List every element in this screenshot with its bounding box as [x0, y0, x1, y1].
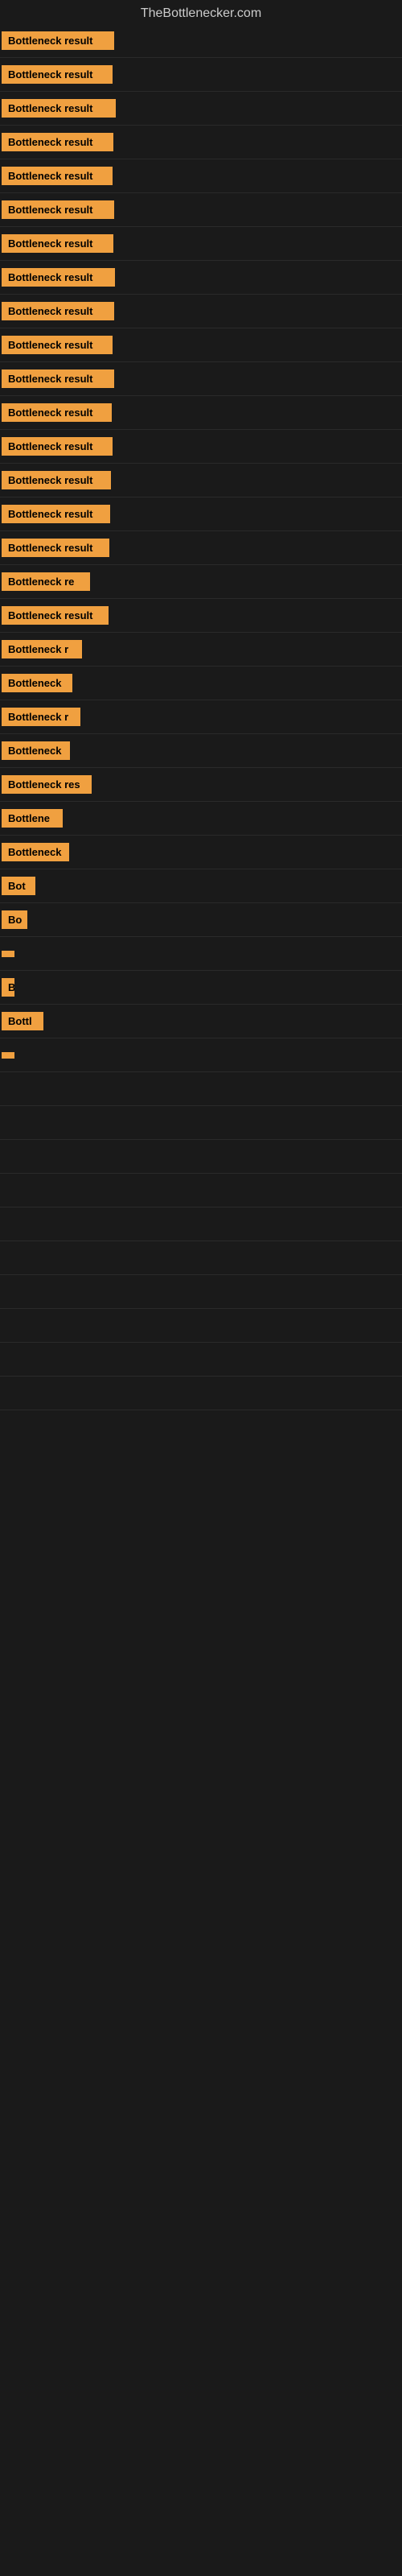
- bottleneck-row: Bottleneck result: [0, 227, 402, 261]
- bottleneck-row: Bottleneck result: [0, 126, 402, 159]
- bottleneck-label[interactable]: Bottleneck re: [2, 572, 90, 591]
- bottleneck-row: Bottleneck result: [0, 328, 402, 362]
- bottleneck-label[interactable]: Bottleneck result: [2, 471, 111, 489]
- bottleneck-label[interactable]: Bottleneck result: [2, 539, 109, 557]
- bottleneck-row: Bot: [0, 869, 402, 903]
- bottleneck-row: [0, 1038, 402, 1072]
- bottleneck-label[interactable]: Bottleneck: [2, 741, 70, 760]
- bottleneck-row: [0, 1309, 402, 1343]
- bottleneck-row: Bottleneck result: [0, 159, 402, 193]
- bottleneck-row: Bottlene: [0, 802, 402, 836]
- bottleneck-row: [0, 1140, 402, 1174]
- bottleneck-row: Bottleneck res: [0, 768, 402, 802]
- bottleneck-label[interactable]: [2, 1052, 14, 1059]
- bottleneck-label[interactable]: [2, 951, 14, 957]
- bottleneck-row: Bottleneck r: [0, 633, 402, 667]
- bottleneck-row: Bottleneck result: [0, 430, 402, 464]
- bottleneck-row: Bottleneck result: [0, 396, 402, 430]
- bottleneck-row: Bottleneck: [0, 667, 402, 700]
- bottleneck-label[interactable]: Bottl: [2, 1012, 43, 1030]
- bottleneck-label[interactable]: Bottleneck result: [2, 606, 109, 625]
- bottleneck-label[interactable]: Bottleneck result: [2, 31, 114, 50]
- bottleneck-row: Bottleneck result: [0, 58, 402, 92]
- bottleneck-row: Bottleneck re: [0, 565, 402, 599]
- bottleneck-label[interactable]: Bottleneck result: [2, 234, 113, 253]
- bottleneck-label[interactable]: Bottlene: [2, 809, 63, 828]
- bottleneck-label[interactable]: Bottleneck result: [2, 99, 116, 118]
- bottleneck-row: Bottleneck result: [0, 261, 402, 295]
- bottleneck-row: Bottleneck result: [0, 193, 402, 227]
- bottleneck-row: [0, 1343, 402, 1377]
- bottleneck-label[interactable]: Bottleneck r: [2, 708, 80, 726]
- bottleneck-label[interactable]: Bottleneck result: [2, 200, 114, 219]
- bottleneck-row: [0, 937, 402, 971]
- bottleneck-label[interactable]: Bottleneck result: [2, 268, 115, 287]
- bottleneck-row: Bottleneck result: [0, 599, 402, 633]
- bottleneck-label[interactable]: Bottleneck: [2, 843, 69, 861]
- bottleneck-label[interactable]: Bottleneck result: [2, 403, 112, 422]
- bottleneck-row: Bottleneck result: [0, 531, 402, 565]
- bottleneck-label[interactable]: Bo: [2, 910, 27, 929]
- bottleneck-row: Bottleneck result: [0, 464, 402, 497]
- bottleneck-label[interactable]: Bottleneck result: [2, 133, 113, 151]
- bottleneck-row: [0, 1275, 402, 1309]
- bottleneck-label[interactable]: Bottleneck result: [2, 505, 110, 523]
- bottleneck-row: Bo: [0, 903, 402, 937]
- bottleneck-row: Bottleneck result: [0, 92, 402, 126]
- bottleneck-label[interactable]: Bottleneck result: [2, 302, 114, 320]
- bottleneck-label[interactable]: Bottleneck result: [2, 369, 114, 388]
- bottleneck-label[interactable]: Bottleneck result: [2, 167, 113, 185]
- bottleneck-label[interactable]: Bottleneck res: [2, 775, 92, 794]
- bottleneck-label[interactable]: Bottleneck: [2, 674, 72, 692]
- site-title: TheBottlenecker.com: [0, 0, 402, 24]
- bottleneck-row: Bottleneck r: [0, 700, 402, 734]
- bottleneck-row: Bottleneck result: [0, 24, 402, 58]
- results-list: Bottleneck result Bottleneck result Bottle…: [0, 24, 402, 1410]
- bottleneck-row: Bottleneck result: [0, 362, 402, 396]
- bottleneck-row: [0, 1377, 402, 1410]
- bottleneck-row: [0, 1106, 402, 1140]
- bottleneck-row: [0, 1241, 402, 1275]
- bottleneck-row: B: [0, 971, 402, 1005]
- bottleneck-row: Bottleneck result: [0, 295, 402, 328]
- bottleneck-row: Bottleneck: [0, 734, 402, 768]
- bottleneck-label[interactable]: Bottleneck result: [2, 65, 113, 84]
- bottleneck-row: [0, 1174, 402, 1208]
- bottleneck-row: Bottleneck: [0, 836, 402, 869]
- bottleneck-row: Bottleneck result: [0, 497, 402, 531]
- bottleneck-row: Bottl: [0, 1005, 402, 1038]
- bottleneck-label[interactable]: Bot: [2, 877, 35, 895]
- bottleneck-label[interactable]: B: [2, 978, 14, 997]
- bottleneck-row: [0, 1072, 402, 1106]
- bottleneck-row: [0, 1208, 402, 1241]
- bottleneck-label[interactable]: Bottleneck result: [2, 336, 113, 354]
- bottleneck-label[interactable]: Bottleneck r: [2, 640, 82, 658]
- bottleneck-label[interactable]: Bottleneck result: [2, 437, 113, 456]
